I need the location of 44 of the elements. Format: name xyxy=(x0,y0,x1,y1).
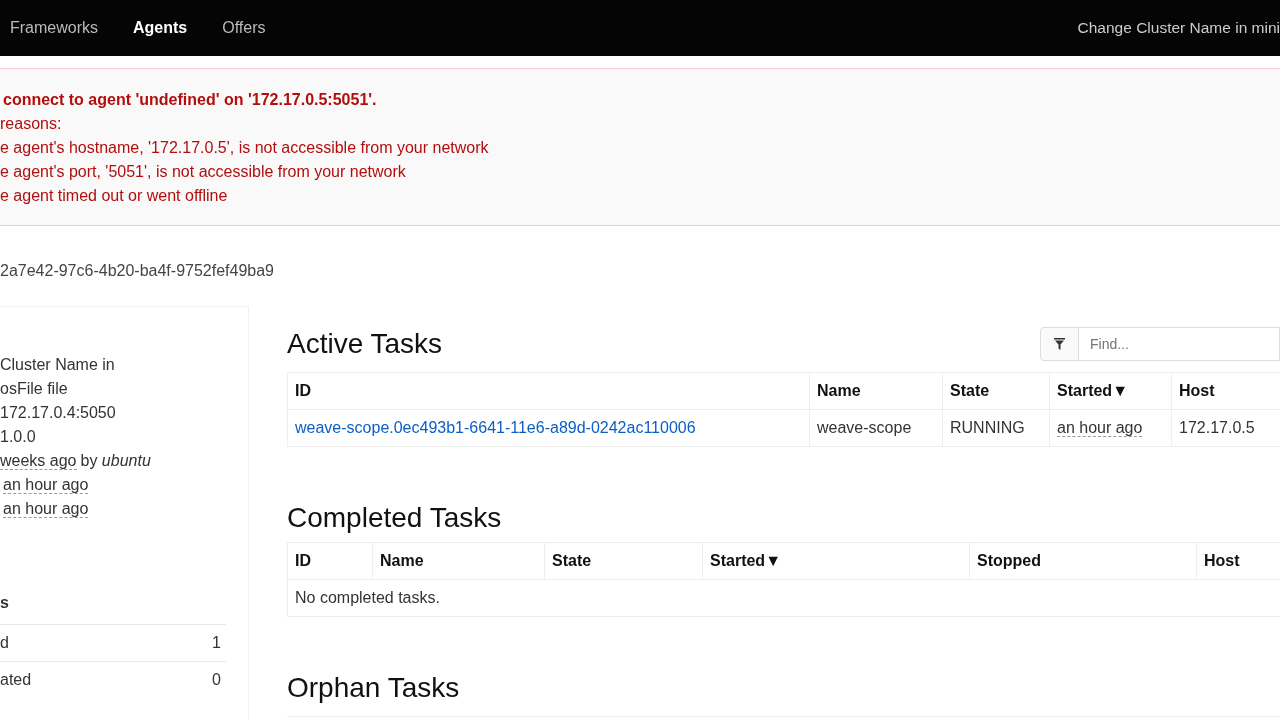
task-count: 1 xyxy=(212,633,221,653)
nav-link[interactable]: Frameworks xyxy=(10,19,98,37)
column-header[interactable]: Stopped xyxy=(969,542,1197,580)
column-header[interactable]: State xyxy=(544,542,703,580)
table-cell: RUNNING xyxy=(942,409,1050,447)
task-count-label: ated xyxy=(0,670,32,690)
alert-text: e agent's hostname, '172.17.0.5', is not accessible from your network xyxy=(0,138,490,158)
alert-text: e agent timed out or went offline xyxy=(0,186,229,206)
column-header[interactable]: Host xyxy=(1196,542,1280,580)
column-header[interactable]: ID xyxy=(287,372,810,410)
task-count: 0 xyxy=(212,670,221,690)
empty-message: No completed tasks. xyxy=(287,579,1280,617)
alert-text: reasons: xyxy=(0,114,63,134)
timestamp: an hour ago xyxy=(3,500,89,518)
column-header[interactable]: Name xyxy=(809,372,943,410)
alert-title: connect to agent 'undefined' on '172.17.0.5:5051'. xyxy=(3,90,378,110)
agent-id: 2a7e42-97c6-4b20-ba4f-9752fef49ba9 xyxy=(0,261,275,281)
timestamp: an hour ago xyxy=(1057,419,1143,437)
column-header[interactable]: Started▼ xyxy=(1049,372,1172,410)
column-header[interactable]: Host xyxy=(1171,372,1280,410)
timestamp: an hour ago xyxy=(3,476,89,494)
nav-link[interactable]: Agents xyxy=(133,19,188,37)
cluster-name-link[interactable]: Change Cluster Name in mini xyxy=(1077,19,1280,37)
nav-link[interactable]: Offers xyxy=(222,19,266,37)
column-header[interactable]: Started▼ xyxy=(702,542,970,580)
section-title: Orphan Tasks xyxy=(287,671,461,705)
alert-text: e agent's port, '5051', is not accessible from your network xyxy=(0,162,407,182)
agent-info-text: 172.17.0.4:5050 xyxy=(0,404,116,421)
agent-info-text: osFile file xyxy=(0,380,68,397)
section-title: Active Tasks xyxy=(287,328,443,360)
filter-icon xyxy=(1054,338,1065,350)
section-heading: s xyxy=(0,594,10,612)
built-by-text: by ubuntu xyxy=(80,452,151,469)
column-header[interactable]: Name xyxy=(372,542,545,580)
filter-button[interactable] xyxy=(1040,327,1079,361)
column-header[interactable]: ID xyxy=(287,542,373,580)
table-cell: weave-scope xyxy=(809,409,943,447)
section-title: Completed Tasks xyxy=(287,501,503,535)
timestamp: weeks ago xyxy=(0,452,77,470)
column-header[interactable]: State xyxy=(942,372,1050,410)
filter-field[interactable]: Find... xyxy=(1079,327,1280,361)
agent-info-text: Cluster Name in xyxy=(0,356,115,373)
task-count-label: d xyxy=(0,633,9,653)
agent-info-text: 1.0.0 xyxy=(0,428,36,445)
